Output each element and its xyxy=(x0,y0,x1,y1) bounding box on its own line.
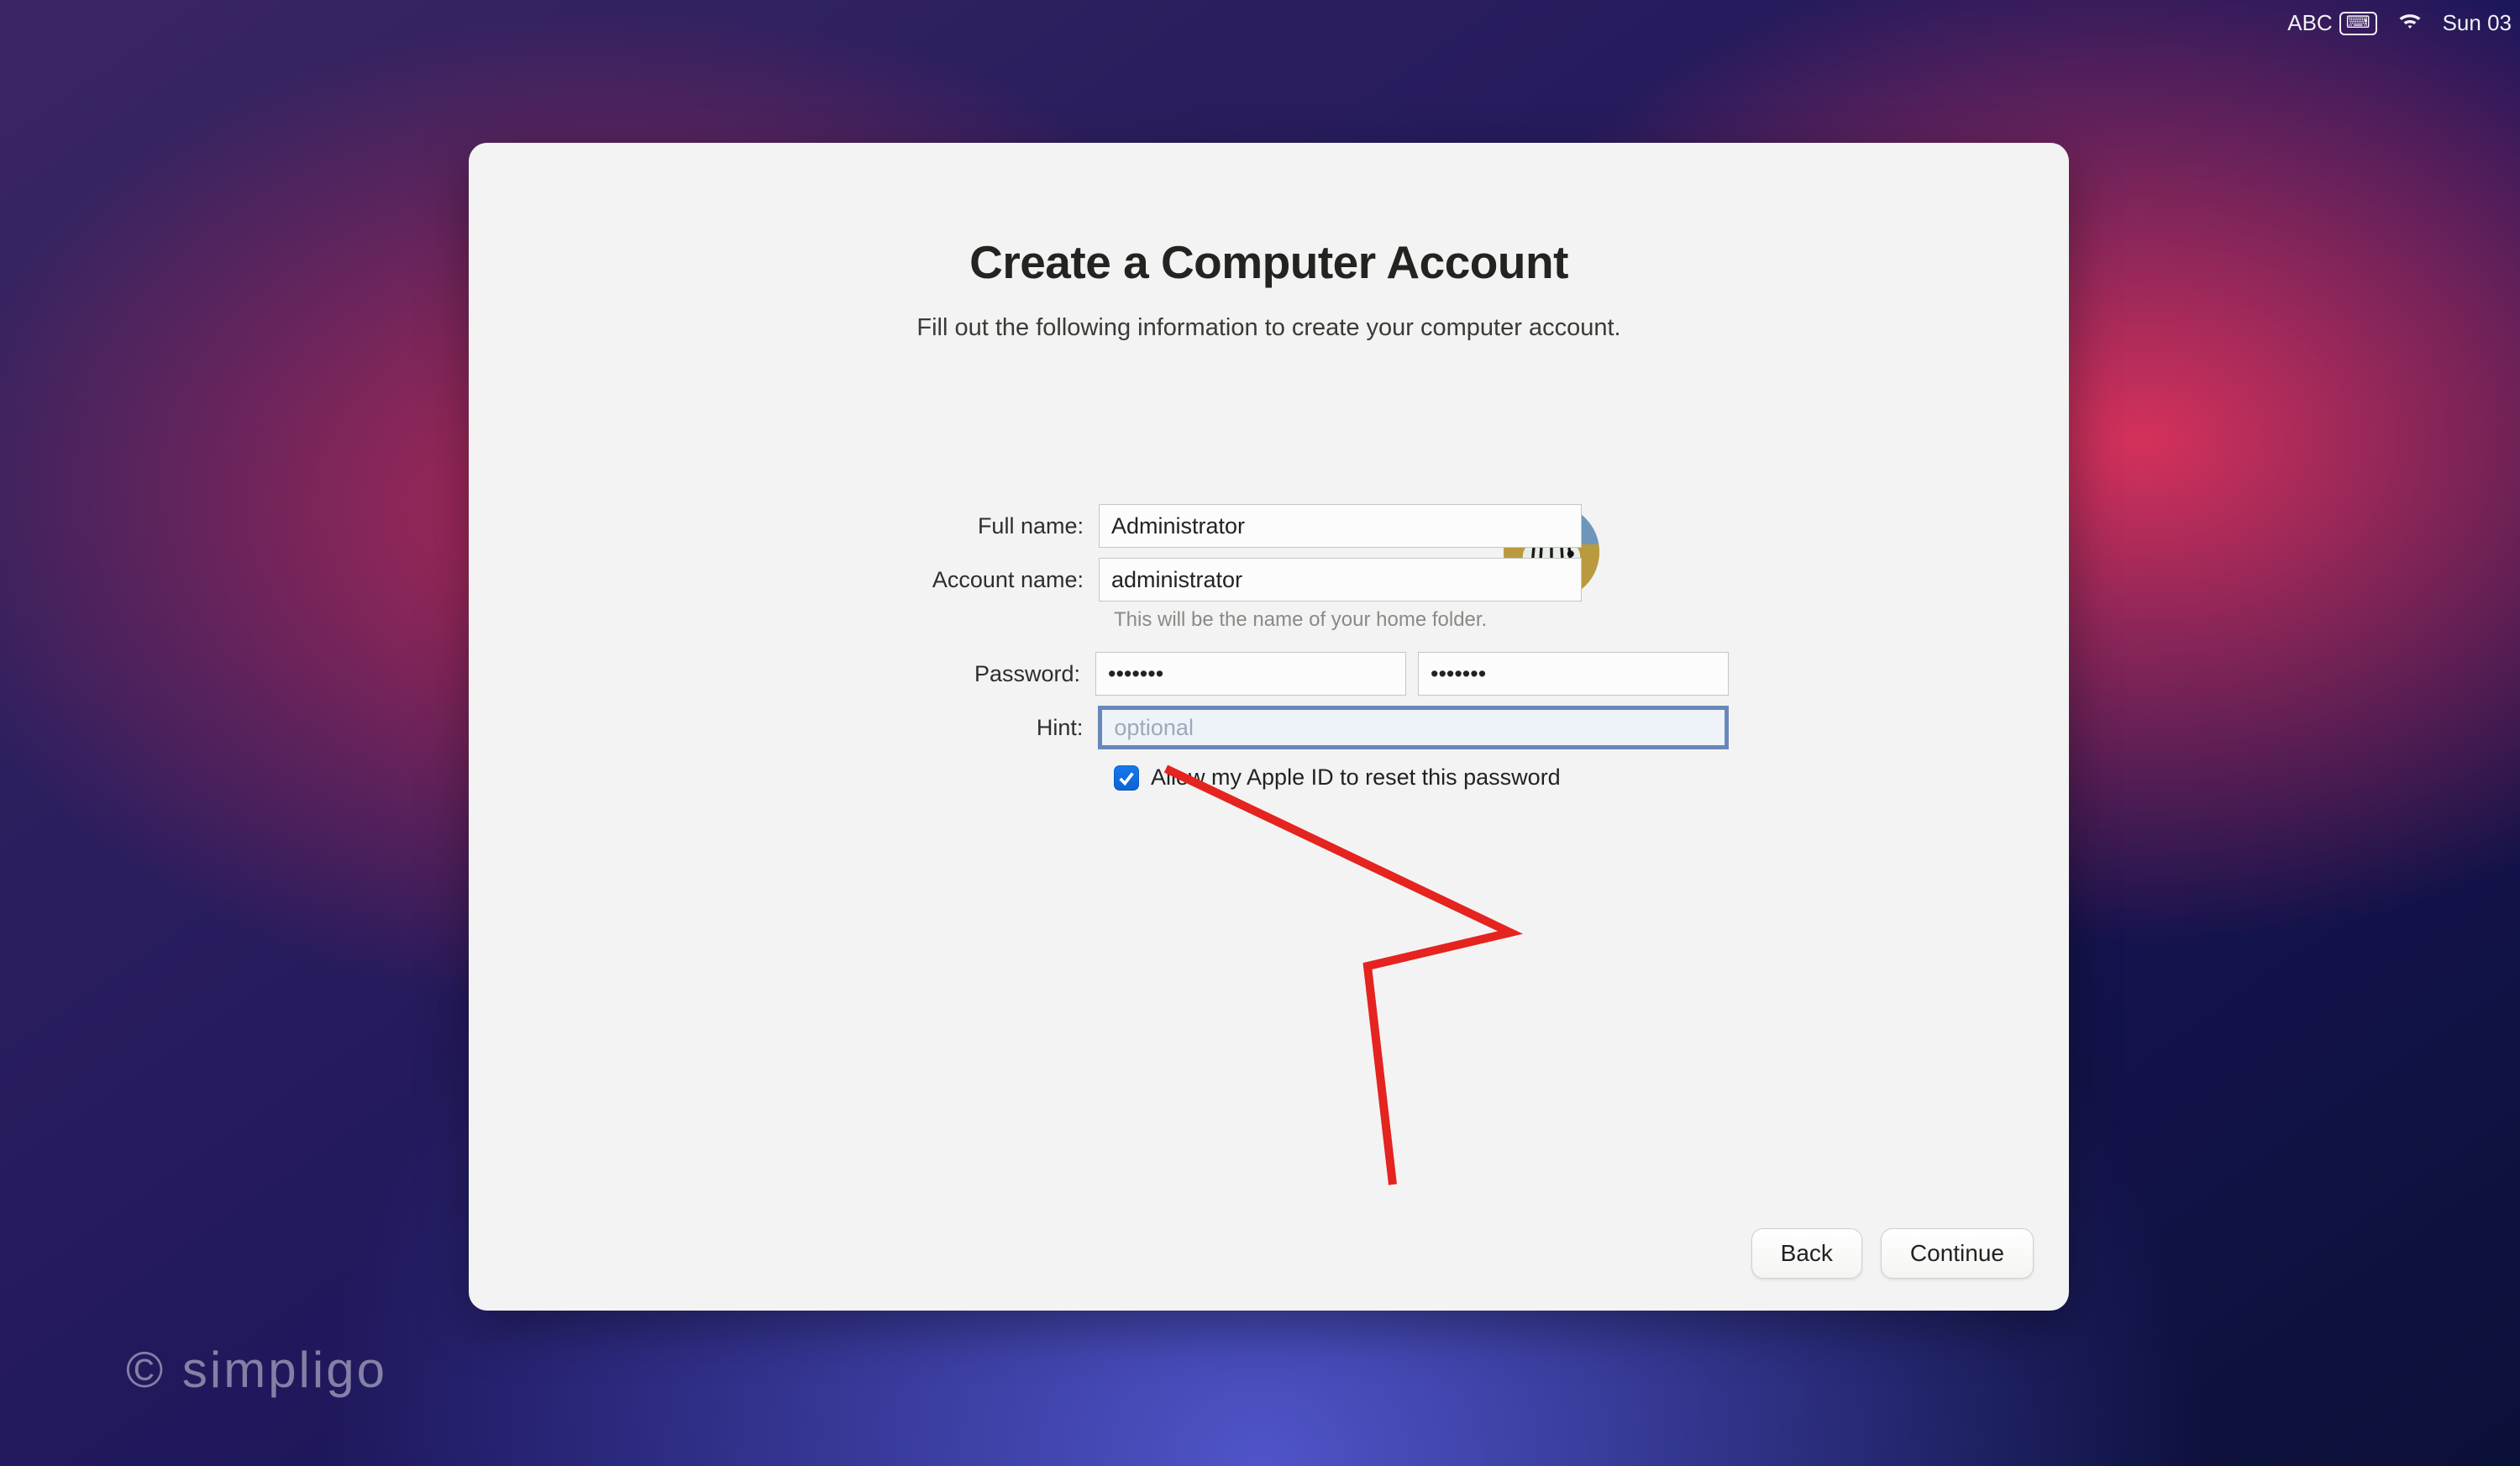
button-bar: Back Continue xyxy=(1751,1228,2034,1279)
input-source-label: ABC xyxy=(2287,10,2332,36)
setup-panel: Create a Computer Account Fill out the f… xyxy=(469,143,2069,1311)
password-label: Password: xyxy=(805,661,1095,687)
back-button[interactable]: Back xyxy=(1751,1228,1862,1279)
input-source-indicator[interactable]: ABC ⌨ xyxy=(2287,10,2376,36)
watermark: © simpligo xyxy=(126,1341,387,1399)
checkmark-icon xyxy=(1117,769,1136,787)
password-verify-field[interactable] xyxy=(1418,652,1729,696)
annotation-arrow xyxy=(1132,765,1552,1206)
password-field[interactable] xyxy=(1095,652,1406,696)
full-name-label: Full name: xyxy=(805,513,1099,539)
keyboard-icon: ⌨ xyxy=(2339,12,2377,35)
page-subtitle: Fill out the following information to cr… xyxy=(469,314,2069,342)
page-title: Create a Computer Account xyxy=(469,235,2069,289)
wifi-icon[interactable] xyxy=(2397,10,2423,36)
menu-bar: ABC ⌨ Sun 03 xyxy=(2287,10,2512,36)
account-name-label: Account name: xyxy=(805,567,1099,593)
hint-field[interactable] xyxy=(1098,706,1729,749)
full-name-field[interactable] xyxy=(1099,504,1582,548)
hint-label: Hint: xyxy=(805,715,1098,741)
menu-bar-clock[interactable]: Sun 03 xyxy=(2443,10,2512,36)
account-name-hint: This will be the name of your home folde… xyxy=(1114,608,1729,632)
continue-button[interactable]: Continue xyxy=(1881,1228,2034,1279)
account-form: Full name: Account name: This will be th… xyxy=(805,504,1729,791)
apple-id-reset-checkbox[interactable] xyxy=(1114,765,1139,791)
account-name-field[interactable] xyxy=(1099,558,1582,602)
apple-id-reset-label: Allow my Apple ID to reset this password xyxy=(1151,765,1561,791)
